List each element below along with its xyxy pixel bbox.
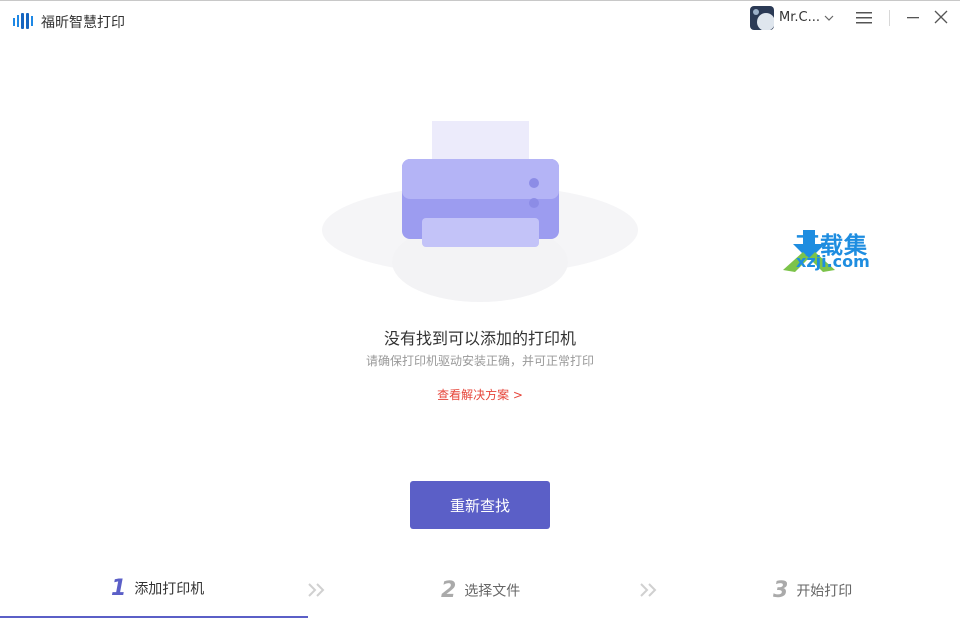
step-label: 选择文件 bbox=[464, 583, 521, 600]
step-add-printer[interactable]: 1 添加打印机 bbox=[111, 576, 204, 606]
app-logo-icon bbox=[13, 13, 33, 29]
user-name[interactable]: Mr.C... bbox=[779, 10, 820, 25]
empty-state-title: 没有找到可以添加的打印机 bbox=[383, 329, 576, 348]
double-chevron-right-icon bbox=[308, 583, 325, 597]
empty-state-subtitle: 请确保打印机驱动安装正确，并可正常打印 bbox=[365, 354, 594, 368]
view-solution-link[interactable]: 查看解决方案 > bbox=[0, 386, 960, 403]
close-icon[interactable] bbox=[933, 9, 949, 25]
title-bar: 福昕智慧打印 Mr.C... bbox=[0, 0, 960, 40]
step-start-print[interactable]: 3 开始打印 bbox=[773, 578, 852, 608]
avatar[interactable] bbox=[750, 6, 774, 30]
step-label: 添加打印机 bbox=[134, 581, 205, 598]
app-title: 福昕智慧打印 bbox=[41, 15, 125, 31]
step-label: 开始打印 bbox=[796, 583, 853, 600]
step-number: 3 bbox=[773, 578, 789, 603]
active-step-underline bbox=[0, 616, 308, 618]
retry-search-button[interactable]: 重新查找 bbox=[410, 481, 550, 529]
step-indicator: 1 添加打印机 2 选择文件 3 开始打印 bbox=[0, 568, 960, 619]
titlebar-divider bbox=[889, 10, 890, 26]
menu-icon[interactable] bbox=[855, 10, 873, 26]
avatar-image-icon bbox=[750, 6, 774, 30]
watermark-text-en: xzji.com bbox=[796, 252, 870, 271]
chevron-down-icon[interactable] bbox=[823, 12, 835, 24]
minimize-icon[interactable] bbox=[905, 9, 921, 25]
double-chevron-right-icon bbox=[640, 583, 657, 597]
step-number: 2 bbox=[441, 578, 457, 603]
printer-illustration-icon bbox=[322, 121, 638, 302]
step-number: 1 bbox=[111, 576, 127, 601]
step-select-file[interactable]: 2 选择文件 bbox=[441, 578, 520, 608]
